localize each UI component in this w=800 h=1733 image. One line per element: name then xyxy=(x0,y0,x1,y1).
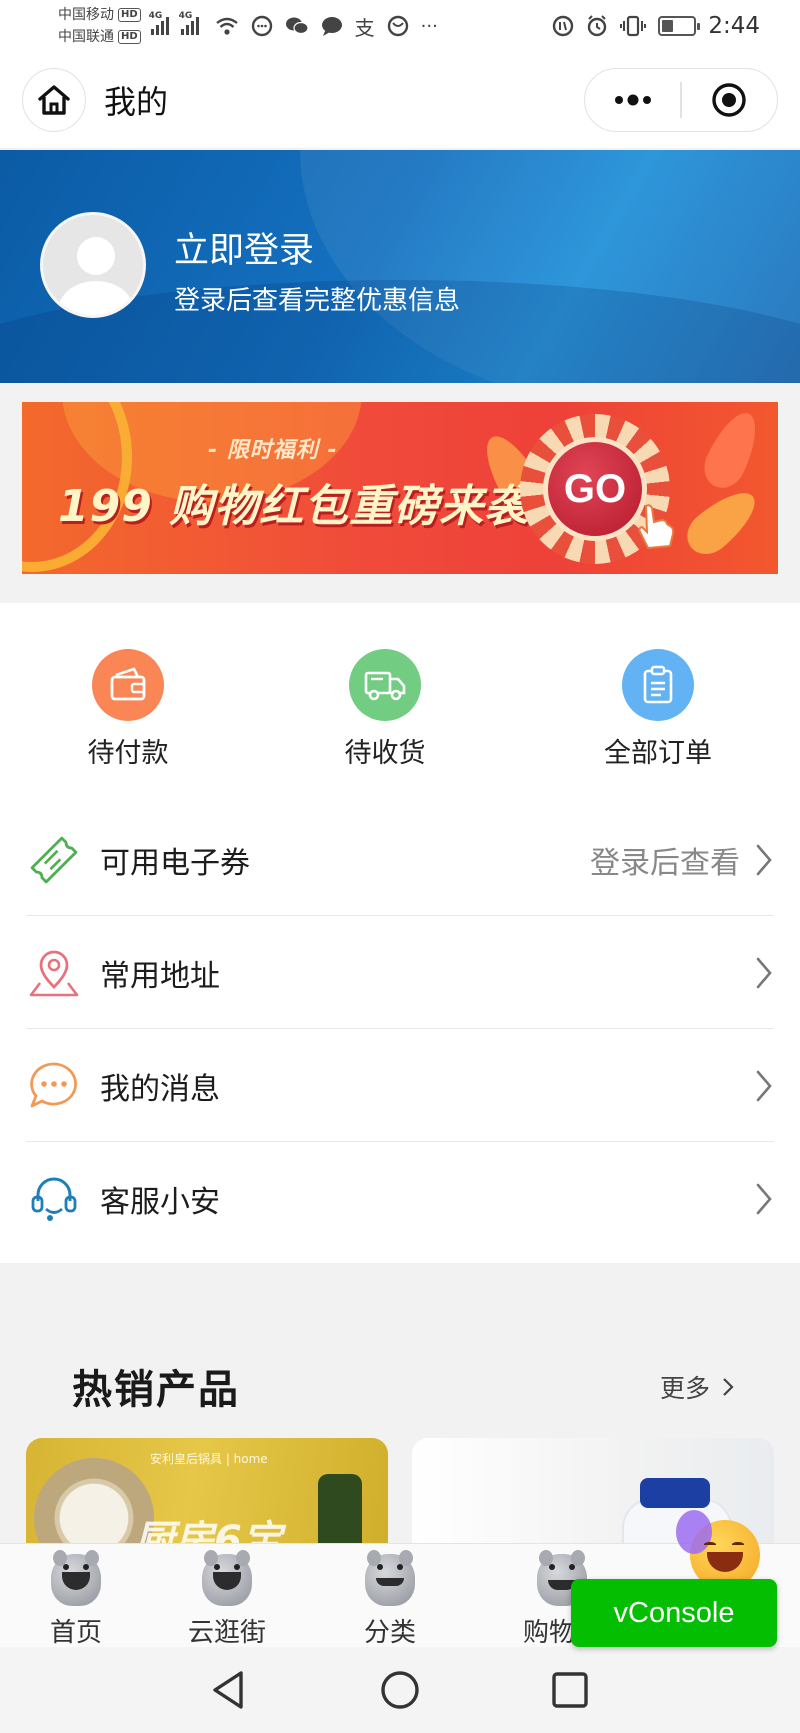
home-button[interactable] xyxy=(22,68,86,132)
signal-icon: 4G xyxy=(149,11,169,35)
clock: 2:44 xyxy=(708,13,760,39)
order-label: 全部订单 xyxy=(604,738,712,769)
promo-section: - 限时福利 - 199 购物红包重磅来袭 GO xyxy=(0,383,800,603)
vibrate-icon xyxy=(620,15,647,37)
signal-icon: 4G xyxy=(179,11,199,35)
more-button[interactable] xyxy=(585,69,680,131)
chevron-right-icon xyxy=(723,1378,734,1396)
chevron-right-icon xyxy=(756,1070,772,1101)
order-section: 待付款 待收货 全部订单 xyxy=(0,603,800,803)
title-bar: 我的 xyxy=(0,52,800,148)
tab-label: 分类 xyxy=(363,1618,416,1648)
login-subtitle: 登录后查看完整优惠信息 xyxy=(174,286,461,316)
login-title[interactable]: 立即登录 xyxy=(174,222,314,273)
more-label: 更多 xyxy=(660,1374,711,1403)
menu-item-messages[interactable]: 我的消息 xyxy=(26,1029,774,1142)
mascot-shopping-icon xyxy=(202,1550,252,1606)
chevron-right-icon xyxy=(756,844,772,875)
product-brand: 安利皇后锅具 | home xyxy=(150,1452,268,1466)
chevron-right-icon xyxy=(756,957,772,988)
recents-square-icon xyxy=(552,1672,588,1708)
headset-icon xyxy=(31,1177,77,1221)
order-all[interactable]: 全部订单 xyxy=(568,649,748,770)
wechat-icon xyxy=(285,17,309,35)
order-pending-payment[interactable]: 待付款 xyxy=(38,649,218,770)
alipay-icon: 支 xyxy=(354,15,375,40)
menu-label: 客服小安 xyxy=(100,1184,220,1220)
more-dots-icon xyxy=(614,94,651,106)
menu-hint: 登录后查看 xyxy=(590,845,740,881)
hd-badge: HD xyxy=(118,30,141,44)
hd-badge: HD xyxy=(118,8,141,22)
pointing-hand-icon xyxy=(638,504,675,550)
promo-banner[interactable]: - 限时福利 - 199 购物红包重磅来袭 GO xyxy=(22,402,778,574)
system-nav-bar xyxy=(0,1647,800,1733)
delivery-truck-icon xyxy=(364,671,406,701)
menu-label: 常用地址 xyxy=(100,958,220,994)
hot-products-section: 热销产品 更多 安利皇后锅具 | home 厨房6宝 xyxy=(0,1263,800,1543)
coupon-icon xyxy=(30,836,78,883)
jar-cap xyxy=(640,1478,710,1508)
network-type-2: 4G xyxy=(178,11,193,21)
close-button[interactable] xyxy=(682,69,777,131)
menu-item-support[interactable]: 客服小安 xyxy=(26,1142,774,1255)
order-label: 待收货 xyxy=(344,738,426,769)
wallet-icon xyxy=(110,667,146,701)
carrier-info: 中国移动 HD 中国联通 HD xyxy=(58,4,141,48)
carrier-2: 中国联通 xyxy=(58,29,114,45)
message-icon xyxy=(321,17,342,36)
message-bubble-icon xyxy=(30,1062,77,1107)
close-target-icon xyxy=(712,83,747,117)
more-indicator: ··· xyxy=(420,15,438,37)
menu-label: 我的消息 xyxy=(100,1071,220,1107)
mascot-home-icon xyxy=(51,1550,101,1606)
product-banner-text: 厨房6宝 xyxy=(134,1518,282,1543)
promo-headline: 199 购物红包重磅来袭 xyxy=(58,481,530,532)
home-circle-icon xyxy=(381,1671,419,1709)
order-label: 待付款 xyxy=(87,738,169,769)
menu-list: 可用电子券 登录后查看 常用地址 我的消息 客服小安 xyxy=(0,803,800,1263)
order-icon-bg xyxy=(349,649,421,721)
tab-category[interactable]: 分类 xyxy=(330,1550,450,1649)
product-card[interactable]: 安利皇后锅具 | home 厨房6宝 xyxy=(26,1438,388,1543)
tab-label: 云逛街 xyxy=(187,1618,266,1648)
status-bar: 中国移动 HD 中国联通 HD 4G 4G 支 ··· 2:44 xyxy=(0,0,800,52)
more-link[interactable]: 更多 xyxy=(660,1369,734,1405)
carrier-1: 中国移动 xyxy=(58,7,114,23)
promo-tag: - 限时福利 - xyxy=(208,438,338,463)
data-saver-icon xyxy=(553,15,574,37)
alarm-icon xyxy=(588,15,607,37)
chat-bubble-icon xyxy=(251,15,272,37)
menu-label: 可用电子券 xyxy=(100,845,250,881)
network-type-1: 4G xyxy=(148,11,163,21)
oil-bottle-image xyxy=(318,1474,362,1543)
back-triangle-icon xyxy=(213,1671,243,1709)
recents-button[interactable] xyxy=(545,1665,595,1715)
battery-icon xyxy=(658,16,701,36)
home-icon xyxy=(38,85,70,115)
vconsole-button[interactable]: vConsole xyxy=(571,1579,777,1647)
order-icon-bg xyxy=(92,649,164,721)
order-pending-delivery[interactable]: 待收货 xyxy=(295,649,475,770)
profile-header[interactable]: 立即登录 登录后查看完整优惠信息 xyxy=(0,150,800,383)
avatar[interactable] xyxy=(40,212,146,318)
tab-label: 首页 xyxy=(49,1618,102,1648)
browser-icon xyxy=(387,15,408,37)
page-title: 我的 xyxy=(104,83,169,121)
back-button[interactable] xyxy=(204,1665,254,1715)
home-nav-button[interactable] xyxy=(375,1665,425,1715)
order-icon-bg xyxy=(622,649,694,721)
clipboard-icon xyxy=(643,665,673,704)
menu-item-coupons[interactable]: 可用电子券 登录后查看 xyxy=(26,803,774,916)
tab-window-shopping[interactable]: 云逛街 xyxy=(167,1550,287,1649)
wifi-icon xyxy=(215,17,238,35)
tab-home[interactable]: 首页 xyxy=(16,1550,136,1649)
hot-products-title: 热销产品 xyxy=(72,1367,240,1413)
chevron-right-icon xyxy=(756,1183,772,1214)
menu-item-addresses[interactable]: 常用地址 xyxy=(26,916,774,1029)
mascot-category-icon xyxy=(365,1550,415,1606)
mini-program-capsule xyxy=(584,68,778,132)
location-pin-icon xyxy=(29,950,79,996)
